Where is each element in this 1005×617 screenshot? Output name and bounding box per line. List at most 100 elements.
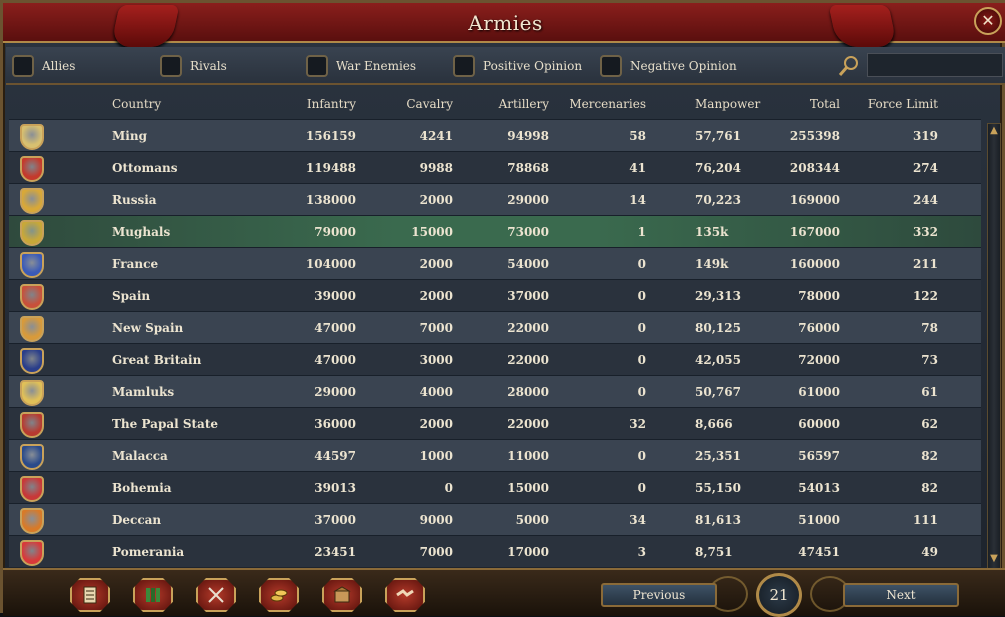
search-input[interactable]	[867, 53, 1003, 77]
header-country[interactable]: Country	[112, 87, 161, 119]
scrollbar[interactable]: ▲ ▼	[987, 123, 1001, 569]
cell-infantry: 44597	[314, 449, 356, 463]
cell-manpower: 50,767	[695, 385, 741, 399]
filter-allies[interactable]: Allies	[12, 54, 75, 78]
scroll-up-icon[interactable]: ▲	[988, 125, 1000, 139]
country-shield-icon[interactable]	[20, 252, 44, 278]
cell-force-limit: 111	[912, 513, 938, 527]
cell-country: Malacca	[112, 449, 168, 463]
coins-icon	[270, 589, 288, 602]
country-shield-icon[interactable]	[20, 348, 44, 374]
table-row[interactable]: Deccan 37000 9000 5000 34 81,613 51000 111	[9, 503, 981, 535]
header-infantry[interactable]: Infantry	[259, 87, 356, 119]
cell-infantry: 23451	[314, 545, 356, 559]
table-row[interactable]: Malacca 44597 1000 11000 0 25,351 56597 82	[9, 439, 981, 471]
table-row[interactable]: Pomerania 23451 7000 17000 3 8,751 47451 49	[9, 535, 981, 567]
cell-artillery: 22000	[507, 417, 549, 431]
header-mercenaries[interactable]: Mercenaries	[549, 87, 646, 119]
table-row[interactable]: Spain 39000 2000 37000 0 29,313 78000 122	[9, 279, 981, 311]
previous-button[interactable]: Previous	[601, 583, 717, 607]
cell-manpower: 57,761	[695, 129, 741, 143]
header-artillery[interactable]: Artillery	[453, 87, 549, 119]
scroll-down-icon[interactable]: ▼	[988, 553, 1000, 567]
table-row[interactable]: Mughals 79000 15000 73000 1 135k 167000 332	[9, 215, 981, 247]
cell-country: Bohemia	[112, 481, 172, 495]
cell-total: 78000	[798, 289, 840, 303]
table-row[interactable]: Mamluks 29000 4000 28000 0 50,767 61000 61	[9, 375, 981, 407]
country-shield-icon[interactable]	[20, 540, 44, 566]
diplomacy-button[interactable]	[385, 578, 425, 612]
checkbox[interactable]	[160, 55, 182, 77]
country-shield-icon[interactable]	[20, 124, 44, 150]
country-shield-icon[interactable]	[20, 476, 44, 502]
cell-manpower: 80,125	[695, 321, 741, 335]
table-row[interactable]: France 104000 2000 54000 0 149k 160000 211	[9, 247, 981, 279]
search-icon[interactable]	[838, 55, 860, 77]
cell-total: 169000	[789, 193, 840, 207]
checkbox[interactable]	[12, 55, 34, 77]
country-shield-icon[interactable]	[20, 508, 44, 534]
country-shield-icon[interactable]	[20, 284, 44, 310]
header-total[interactable]: Total	[759, 87, 840, 119]
country-shield-icon[interactable]	[20, 156, 44, 182]
country-shield-icon[interactable]	[20, 188, 44, 214]
header-cavalry[interactable]: Cavalry	[359, 87, 453, 119]
cell-country: Pomerania	[112, 545, 185, 559]
cell-cavalry: 9000	[419, 513, 453, 527]
military-button[interactable]	[196, 578, 236, 612]
cell-force-limit: 244	[912, 193, 938, 207]
close-button[interactable]: ✕	[974, 7, 1002, 35]
checkbox[interactable]	[600, 55, 622, 77]
filter-negative-opinion[interactable]: Negative Opinion	[600, 54, 737, 78]
table-row[interactable]: The Papal State 36000 2000 22000 32 8,666 6000…	[9, 407, 981, 439]
cell-total: 167000	[789, 225, 840, 239]
cell-force-limit: 78	[921, 321, 938, 335]
filter-label: Allies	[42, 59, 76, 73]
cell-force-limit: 82	[921, 449, 938, 463]
cell-cavalry: 2000	[419, 417, 453, 431]
cell-infantry: 119488	[305, 161, 356, 175]
table-row[interactable]: Great Britain 47000 3000 22000 0 42,055 72000 7…	[9, 343, 981, 375]
trade-button[interactable]	[322, 578, 362, 612]
country-shield-icon[interactable]	[20, 412, 44, 438]
header-force-limit[interactable]: Force Limit	[849, 87, 938, 119]
country-shield-icon[interactable]	[20, 220, 44, 246]
table-row[interactable]: Russia 138000 2000 29000 14 70,223 169000 244	[9, 183, 981, 215]
cell-total: 208344	[789, 161, 840, 175]
checkbox[interactable]	[306, 55, 328, 77]
cell-mercenaries: 41	[629, 161, 646, 175]
filter-positive-opinion[interactable]: Positive Opinion	[453, 54, 582, 78]
cell-force-limit: 319	[912, 129, 938, 143]
cell-mercenaries: 32	[629, 417, 646, 431]
table-row[interactable]: Ottomans 119488 9988 78868 41 76,204 208344 274	[9, 151, 981, 183]
title-bar: Armies ✕	[3, 3, 1005, 47]
country-shield-icon[interactable]	[20, 444, 44, 470]
table-row[interactable]: New Spain 47000 7000 22000 0 80,125 76000 78	[9, 311, 981, 343]
next-button[interactable]: Next	[843, 583, 959, 607]
flags-button[interactable]	[133, 578, 173, 612]
economy-button[interactable]	[259, 578, 299, 612]
cell-artillery: 73000	[507, 225, 549, 239]
checkbox[interactable]	[453, 55, 475, 77]
cell-cavalry: 3000	[419, 353, 453, 367]
bottom-bar: Previous 21 Next	[3, 568, 1005, 617]
cell-manpower: 42,055	[695, 353, 741, 367]
country-shield-icon[interactable]	[20, 316, 44, 342]
cell-infantry: 47000	[314, 353, 356, 367]
armies-window: Armies ✕ Allies Rivals War Enemies Posit…	[0, 0, 1005, 617]
window-title: Armies	[468, 11, 543, 35]
cell-artillery: 94998	[507, 129, 549, 143]
cell-infantry: 36000	[314, 417, 356, 431]
header-manpower[interactable]: Manpower	[695, 87, 760, 119]
cell-mercenaries: 0	[637, 257, 646, 271]
cell-mercenaries: 14	[629, 193, 646, 207]
filter-rivals[interactable]: Rivals	[160, 54, 227, 78]
table-row[interactable]: Bohemia 39013 0 15000 0 55,150 54013 82	[9, 471, 981, 503]
filter-war-enemies[interactable]: War Enemies	[306, 54, 416, 78]
cell-artillery: 15000	[507, 481, 549, 495]
ledger-button[interactable]	[70, 578, 110, 612]
country-shield-icon[interactable]	[20, 380, 44, 406]
cell-cavalry: 7000	[419, 321, 453, 335]
table-row[interactable]: Ming 156159 4241 94998 58 57,761 255398 319	[9, 119, 981, 151]
cell-mercenaries: 58	[629, 129, 646, 143]
